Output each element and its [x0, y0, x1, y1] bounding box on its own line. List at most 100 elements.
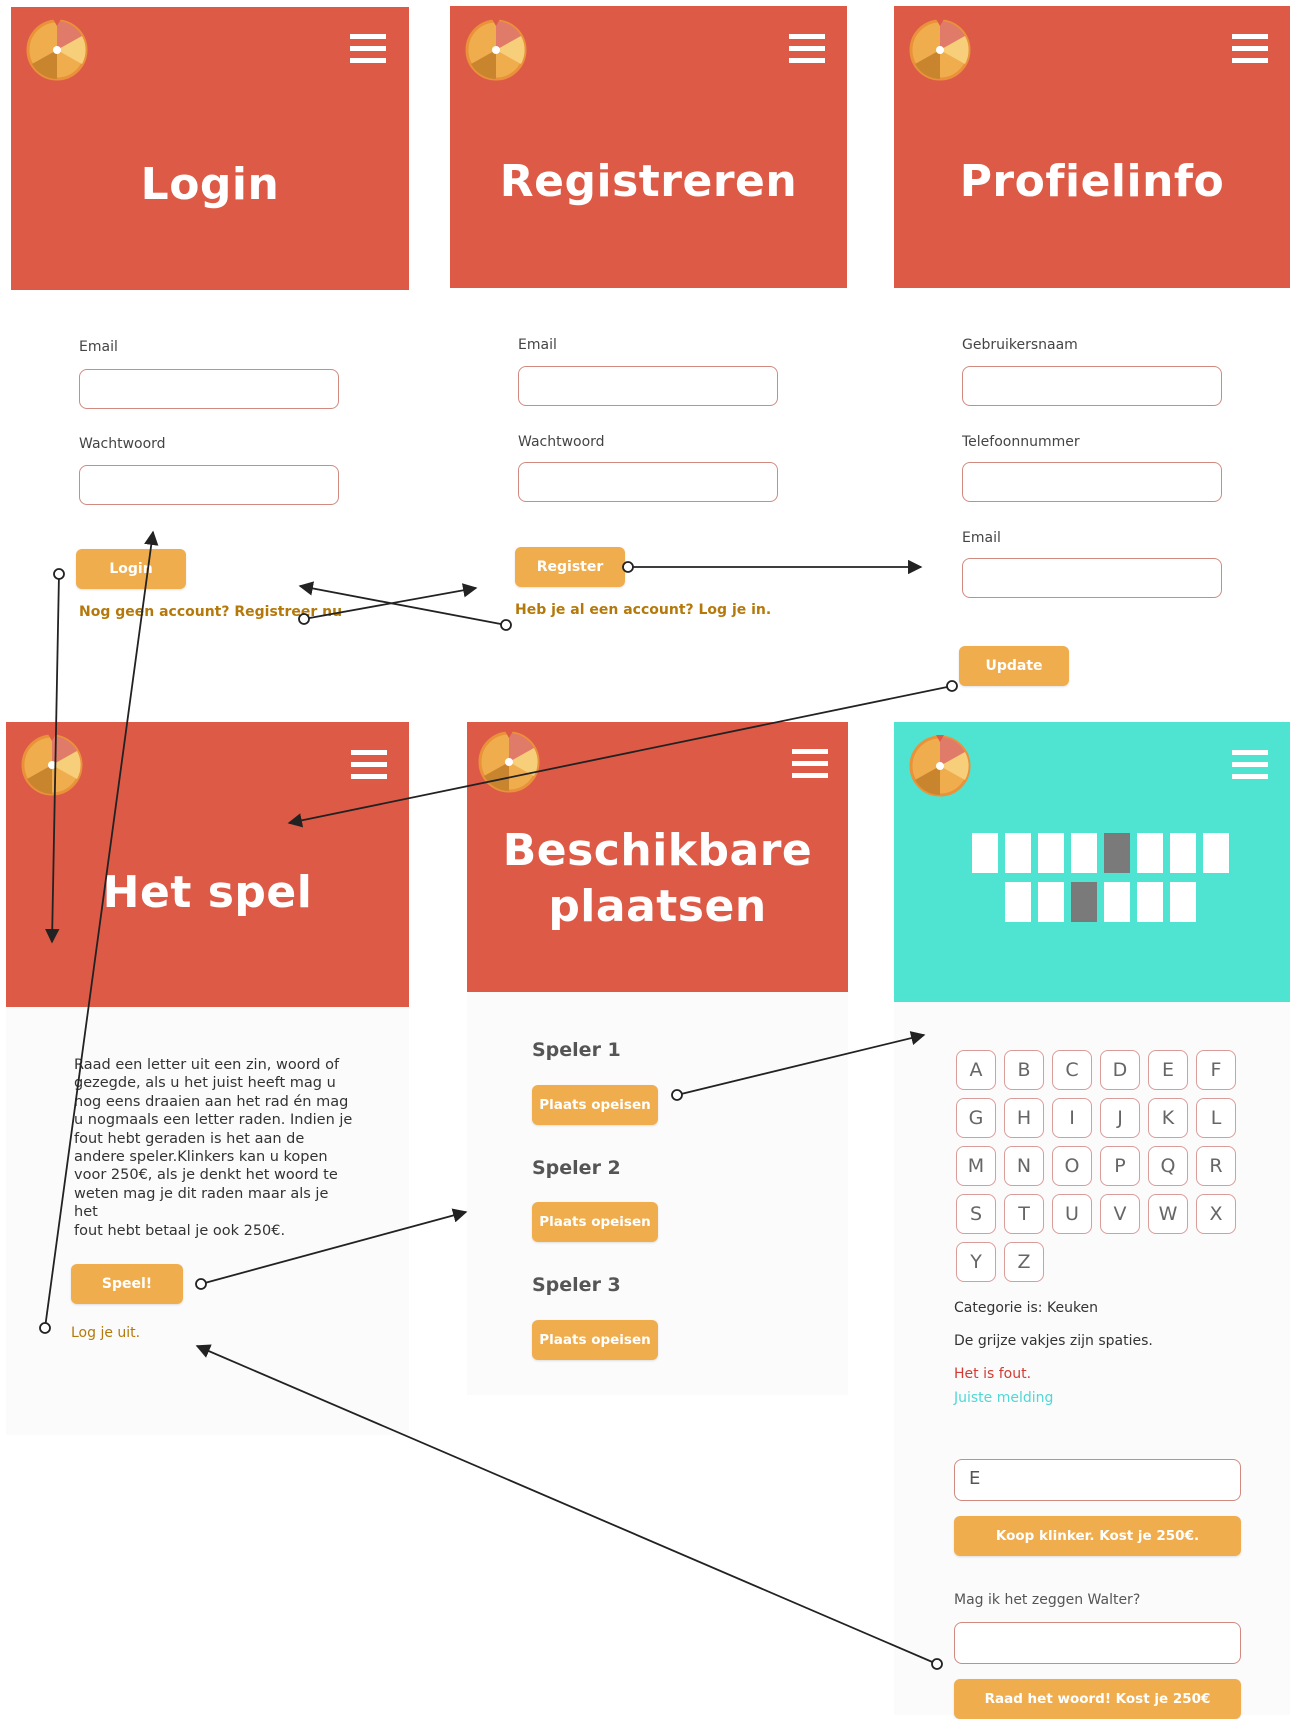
letter-key-v[interactable]: V: [1100, 1194, 1140, 1234]
letter-key-a[interactable]: A: [956, 1050, 996, 1090]
hamburger-menu-icon[interactable]: [792, 749, 828, 779]
rules-line: Raad een letter uit een zin, woord of: [74, 1057, 340, 1073]
puzzle-tile: [1005, 882, 1031, 922]
update-button[interactable]: Update: [959, 646, 1069, 686]
letter-key-s[interactable]: S: [956, 1194, 996, 1234]
puzzle-tile: [972, 833, 998, 873]
letter-input-value: E: [969, 1468, 981, 1489]
rules-line: voor 250€, als je denkt het woord te: [74, 1167, 338, 1184]
letter-key-m[interactable]: M: [956, 1146, 996, 1186]
password-field[interactable]: [518, 462, 778, 502]
spaces-hint: De grijze vakjes zijn spaties.: [954, 1333, 1153, 1349]
phone-field[interactable]: [962, 462, 1222, 502]
player-label: Speler 2: [532, 1157, 621, 1179]
arrow-origin: [53, 568, 65, 580]
letter-key-w[interactable]: W: [1148, 1194, 1188, 1234]
email-field[interactable]: [962, 558, 1222, 598]
letter-key-y[interactable]: Y: [956, 1242, 996, 1282]
puzzle-tile-space: [1104, 833, 1130, 873]
hamburger-menu-icon[interactable]: [1232, 750, 1268, 780]
rules-line: nog eens draaien aan het rad én mag: [74, 1093, 349, 1110]
wheel-logo-icon[interactable]: [25, 17, 89, 81]
letter-key-k[interactable]: K: [1148, 1098, 1188, 1138]
letter-key-j[interactable]: J: [1100, 1098, 1140, 1138]
register-button[interactable]: Register: [515, 547, 625, 587]
claim-seat-button[interactable]: Plaats opeisen: [532, 1202, 658, 1242]
hamburger-menu-icon[interactable]: [1232, 34, 1268, 64]
letter-key-x[interactable]: X: [1196, 1194, 1236, 1234]
rules-line: andere speler.Klinkers kan u kopen: [74, 1149, 328, 1166]
phone-label: Telefoonnummer: [962, 434, 1080, 450]
puzzle-tile: [1104, 882, 1130, 922]
letter-key-i[interactable]: I: [1052, 1098, 1092, 1138]
letter-key-e[interactable]: E: [1148, 1050, 1188, 1090]
puzzle-tile: [1005, 833, 1031, 873]
puzzle-tile: [1038, 882, 1064, 922]
letter-key-o[interactable]: O: [1052, 1146, 1092, 1186]
puzzle-tile: [1203, 833, 1229, 873]
email-label: Email: [518, 337, 557, 353]
title-line: Beschikbare: [502, 825, 813, 876]
puzzle-tile: [1071, 833, 1097, 873]
letter-key-b[interactable]: B: [1004, 1050, 1044, 1090]
wheel-logo-icon[interactable]: [908, 733, 972, 797]
register-link[interactable]: Nog geen account? Registreer nu: [79, 604, 342, 620]
email-label: Email: [962, 530, 1001, 546]
hamburger-menu-icon[interactable]: [350, 34, 386, 64]
letter-key-r[interactable]: R: [1196, 1146, 1236, 1186]
email-field[interactable]: [79, 369, 339, 409]
profile-header: Profielinfo: [894, 6, 1290, 288]
password-label: Wachtwoord: [518, 434, 605, 450]
email-field[interactable]: [518, 366, 778, 406]
rules-line: gezegde, als u het juist heeft mag u: [74, 1075, 336, 1092]
letter-key-l[interactable]: L: [1196, 1098, 1236, 1138]
places-header: Beschikbare plaatsen: [467, 722, 848, 992]
email-label: Email: [79, 339, 118, 355]
password-field[interactable]: [79, 465, 339, 505]
board-header: [894, 722, 1290, 1002]
login-link[interactable]: Heb je al een account? Log je in.: [515, 602, 771, 618]
wheel-logo-icon[interactable]: [20, 732, 84, 796]
hamburger-menu-icon[interactable]: [351, 750, 387, 780]
wrong-message: Het is fout.: [954, 1366, 1032, 1382]
letter-key-g[interactable]: G: [956, 1098, 996, 1138]
claim-seat-button[interactable]: Plaats opeisen: [532, 1320, 658, 1360]
puzzle-tile: [1137, 833, 1163, 873]
page-title: Registreren: [499, 156, 798, 207]
page-title: Het spel: [102, 867, 313, 918]
rules-line: fout hebt geraden is het aan de: [74, 1130, 305, 1147]
letter-key-f[interactable]: F: [1196, 1050, 1236, 1090]
letter-key-h[interactable]: H: [1004, 1098, 1044, 1138]
login-button[interactable]: Login: [76, 549, 186, 589]
letter-key-u[interactable]: U: [1052, 1194, 1092, 1234]
guess-input[interactable]: [954, 1622, 1241, 1664]
letter-key-d[interactable]: D: [1100, 1050, 1140, 1090]
play-button[interactable]: Speel!: [71, 1264, 183, 1304]
buy-vowel-button[interactable]: Koop klinker. Kost je 250€.: [954, 1516, 1241, 1556]
username-field[interactable]: [962, 366, 1222, 406]
page-title: Login: [140, 159, 280, 210]
hamburger-menu-icon[interactable]: [789, 34, 825, 64]
category-text: Categorie is: Keuken: [954, 1300, 1099, 1316]
letter-key-q[interactable]: Q: [1148, 1146, 1188, 1186]
guess-word-button[interactable]: Raad het woord! Kost je 250€: [954, 1679, 1241, 1719]
arrow-origin: [946, 680, 958, 692]
letter-key-c[interactable]: C: [1052, 1050, 1092, 1090]
letter-key-n[interactable]: N: [1004, 1146, 1044, 1186]
right-message: Juiste melding: [954, 1390, 1054, 1406]
wheel-logo-icon[interactable]: [908, 17, 972, 81]
wheel-logo-icon[interactable]: [477, 729, 541, 793]
claim-seat-button[interactable]: Plaats opeisen: [532, 1085, 658, 1125]
wheel-logo-icon[interactable]: [464, 17, 528, 81]
password-label: Wachtwoord: [79, 436, 166, 452]
rules-line: u nogmaals een letter raden. Indien je: [74, 1112, 353, 1129]
puzzle-tile: [1038, 833, 1064, 873]
puzzle-tile: [1170, 882, 1196, 922]
logout-link[interactable]: Log je uit.: [71, 1325, 140, 1341]
letter-key-t[interactable]: T: [1004, 1194, 1044, 1234]
letter-input[interactable]: E: [954, 1459, 1241, 1501]
rules-line: weten mag je dit raden maar als je het: [74, 1185, 329, 1221]
letter-key-z[interactable]: Z: [1004, 1242, 1044, 1282]
page-title: Profielinfo: [959, 156, 1225, 207]
letter-key-p[interactable]: P: [1100, 1146, 1140, 1186]
